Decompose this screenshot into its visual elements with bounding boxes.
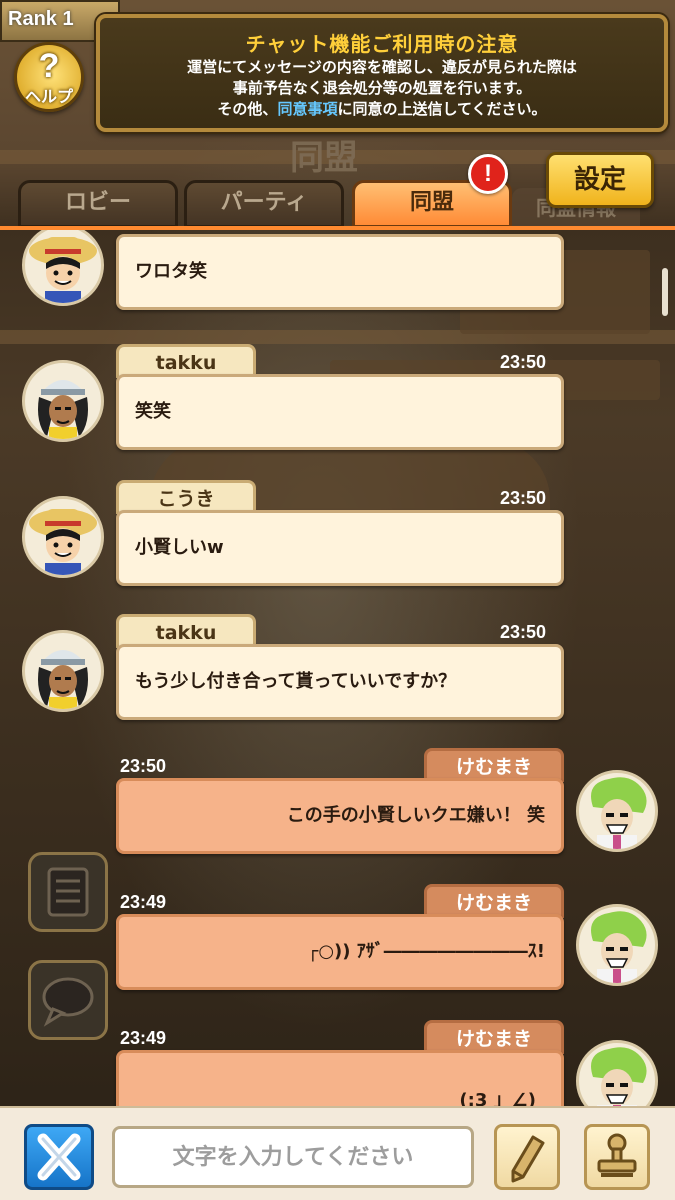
alert-badge-icon: ! — [468, 154, 508, 194]
avatar-straw-hat[interactable] — [22, 496, 104, 578]
message-bubble: 小賢しいw — [116, 510, 564, 586]
rank-label: Rank 1 — [8, 8, 74, 30]
sender-name: takku — [116, 344, 256, 378]
message-bubble: 笑笑 — [116, 374, 564, 450]
message-time: 23:50 — [500, 622, 547, 642]
sender-name: takku — [116, 614, 256, 648]
message-bubble: ワロタ笑 — [116, 234, 564, 310]
chat-log[interactable]: ワロタ笑 takku 23:50 笑笑 こうき 23:50 小賢しいw takk… — [0, 230, 675, 1106]
message-bubble: もう少し付き合って貰っていいですか？ — [116, 644, 564, 720]
message-input[interactable] — [112, 1126, 474, 1188]
notice-title: チャット機能ご利用時の注意 — [245, 32, 519, 56]
message-time: 23:49 — [120, 892, 167, 912]
help-button[interactable]: ? ヘルプ — [14, 42, 84, 112]
question-mark-icon: ? — [38, 47, 60, 85]
sender-name: けむまき — [424, 1020, 564, 1054]
sender-name: こうき — [116, 480, 256, 514]
avatar-hat-man[interactable] — [22, 630, 104, 712]
avatar-green-hair[interactable] — [576, 770, 658, 852]
chat-notice-panel: チャット機能ご利用時の注意 運営にてメッセージの内容を確認し、違反が見られた際は… — [96, 14, 668, 132]
pencil-button[interactable] — [494, 1124, 560, 1190]
message-bubble: ┌○)) ｱｻﾞ――――――――ｽ! — [116, 914, 564, 990]
message-time: 23:50 — [500, 352, 547, 372]
notice-line-3: その他、同意事項に同意の上送信してください。 — [100, 99, 664, 120]
chat-input-bar — [0, 1106, 675, 1200]
message-bubble: _(:3 」∠)_ — [116, 1050, 564, 1106]
chat-scrollbar[interactable] — [662, 268, 668, 316]
sender-name: けむまき — [424, 884, 564, 918]
tab-party[interactable]: パーティ — [184, 180, 344, 228]
tab-lobby[interactable]: ロビー — [18, 180, 178, 228]
message-time: 23:50 — [120, 756, 167, 776]
avatar-green-hair[interactable] — [576, 904, 658, 986]
notice-line-3-post: に同意の上送信してください。 — [337, 100, 547, 118]
settings-button[interactable]: 設定 — [546, 152, 654, 208]
stamp-icon — [597, 1133, 637, 1177]
scene-title: 同盟 — [290, 138, 358, 178]
stamp-button[interactable] — [584, 1124, 650, 1190]
notice-line-1: 運営にてメッセージの内容を確認し、違反が見られた際は — [187, 58, 577, 76]
help-label: ヘルプ — [24, 87, 73, 106]
message-bubble: この手の小賢しいクエ嫌い！ 笑 — [116, 778, 564, 854]
notice-line-2: 事前予告なく退会処分等の処置を行います。 — [232, 79, 532, 97]
notice-line-3-pre: その他、 — [217, 100, 278, 118]
sender-name: けむまき — [424, 748, 564, 782]
avatar-green-hair[interactable] — [576, 1040, 658, 1106]
close-icon — [37, 1133, 81, 1181]
pencil-icon — [511, 1135, 545, 1183]
avatar-hat-man[interactable] — [22, 360, 104, 442]
close-button[interactable] — [24, 1124, 94, 1190]
message-time: 23:49 — [120, 1028, 167, 1048]
agreement-link[interactable]: 同意事項 — [277, 100, 337, 118]
avatar-straw-hat[interactable] — [22, 230, 104, 306]
message-time: 23:50 — [500, 488, 547, 508]
